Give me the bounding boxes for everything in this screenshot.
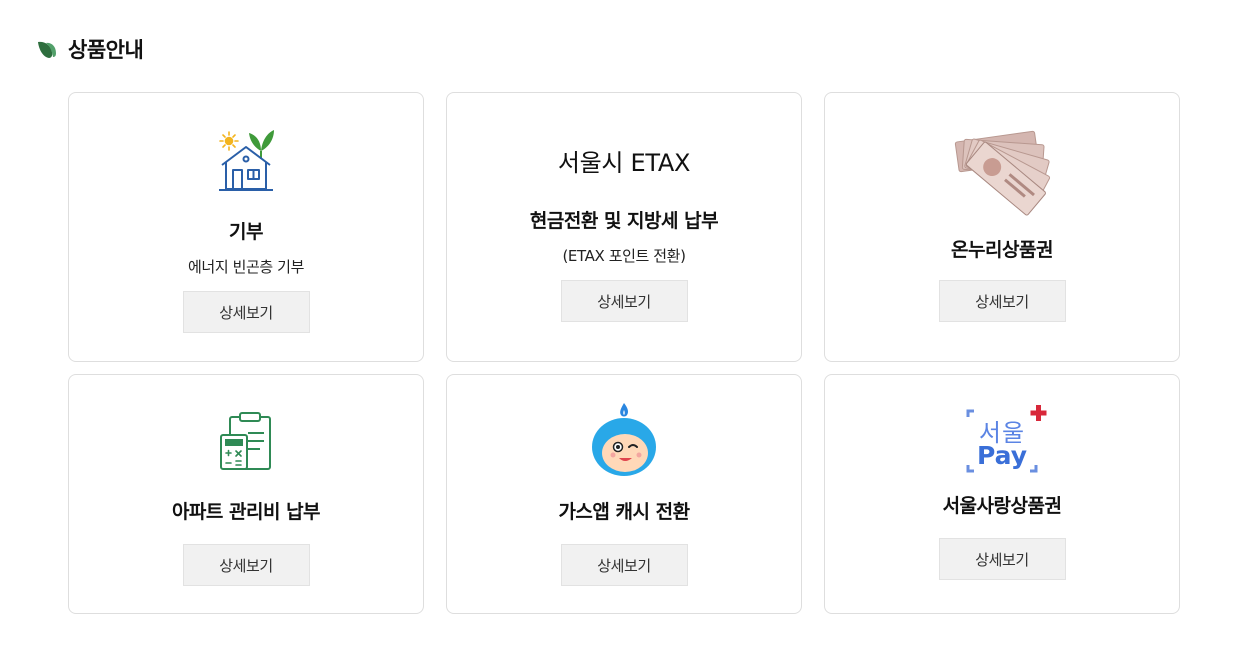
- card-seoulpay: 서울 Pay 서울사랑상품권 상세보기: [824, 374, 1180, 614]
- calculator-clipboard-icon: [216, 411, 276, 473]
- detail-button-gasapp[interactable]: 상세보기: [560, 544, 688, 586]
- card-title: 아파트 관리비 납부: [171, 501, 321, 523]
- card-subtitle: 에너지 빈곤층 기부: [188, 258, 304, 276]
- detail-button-etax[interactable]: 상세보기: [560, 280, 688, 322]
- leaf-icon: [36, 38, 58, 60]
- etax-heading: 서울시 ETAX: [557, 149, 691, 177]
- card-title: 서울사랑상품권: [942, 495, 1062, 517]
- card-title: 기부: [229, 221, 263, 243]
- card-gasapp: 가스앱 캐시 전환 상세보기: [446, 374, 802, 614]
- card-onnuri: 온누리상품권 상세보기: [824, 92, 1180, 362]
- house-sprout-icon: [216, 127, 276, 193]
- detail-button-seoulpay[interactable]: 상세보기: [938, 538, 1066, 580]
- detail-button-apartment[interactable]: 상세보기: [182, 544, 310, 586]
- section-title: 상품안내: [68, 38, 144, 62]
- product-grid: 기부 에너지 빈곤층 기부 상세보기 서울시 ETAX 현금전환 및 지방세 납…: [68, 92, 1180, 614]
- card-apartment: 아파트 관리비 납부 상세보기: [68, 374, 424, 614]
- card-subtitle: (ETAX 포인트 전환): [562, 247, 686, 265]
- card-title: 온누리상품권: [951, 239, 1053, 261]
- card-title: 현금전환 및 지방세 납부: [529, 210, 719, 232]
- banknotes-icon: [947, 129, 1057, 219]
- detail-button-donation[interactable]: 상세보기: [182, 291, 310, 333]
- seoul-pay-line2: Pay: [976, 441, 1028, 470]
- card-title: 가스앱 캐시 전환: [558, 501, 690, 523]
- seoul-pay-logo: 서울 Pay: [954, 397, 1050, 483]
- gas-mascot-icon: [589, 401, 659, 477]
- card-etax: 서울시 ETAX 현금전환 및 지방세 납부 (ETAX 포인트 전환) 상세보…: [446, 92, 802, 362]
- card-donation: 기부 에너지 빈곤층 기부 상세보기: [68, 92, 424, 362]
- section-header: 상품안내: [36, 34, 144, 64]
- detail-button-onnuri[interactable]: 상세보기: [938, 280, 1066, 322]
